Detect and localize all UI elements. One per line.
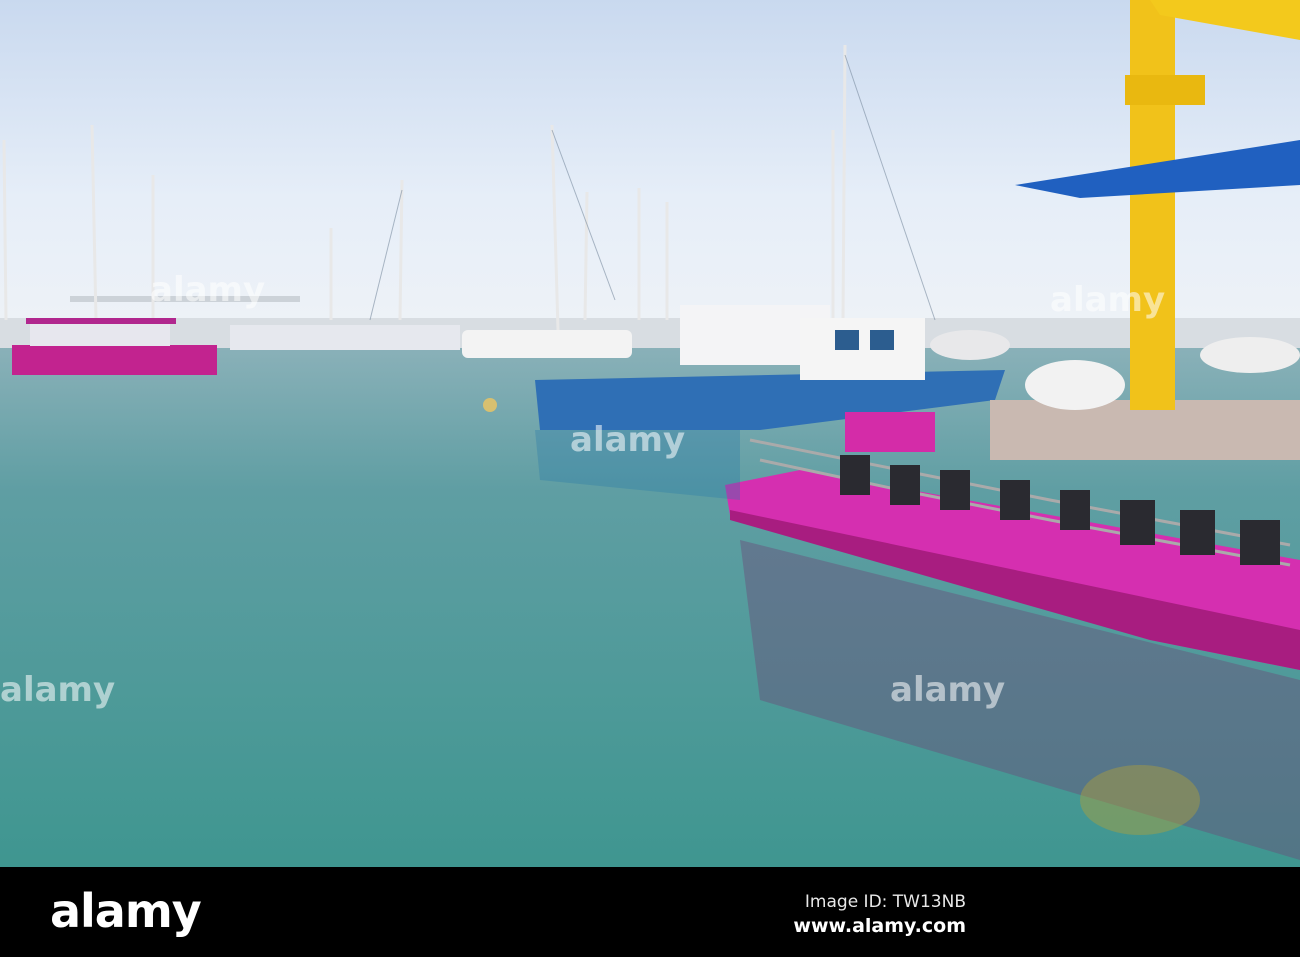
pink-boat-left xyxy=(12,345,217,375)
yellow-crane xyxy=(1130,0,1175,410)
photo-frame: alamy alamy alamy alamy alamy alamy Imag… xyxy=(0,0,1300,957)
image-id: Image ID: TW13NB xyxy=(804,892,966,912)
watermark: alamy xyxy=(890,670,1006,710)
watermark: alamy xyxy=(150,270,266,310)
alamy-logo: alamy xyxy=(50,884,202,938)
watermark: alamy xyxy=(570,420,686,460)
watermark: alamy xyxy=(0,670,116,710)
watermark: alamy xyxy=(1050,280,1166,320)
website-link[interactable]: www.alamy.com xyxy=(793,915,966,937)
